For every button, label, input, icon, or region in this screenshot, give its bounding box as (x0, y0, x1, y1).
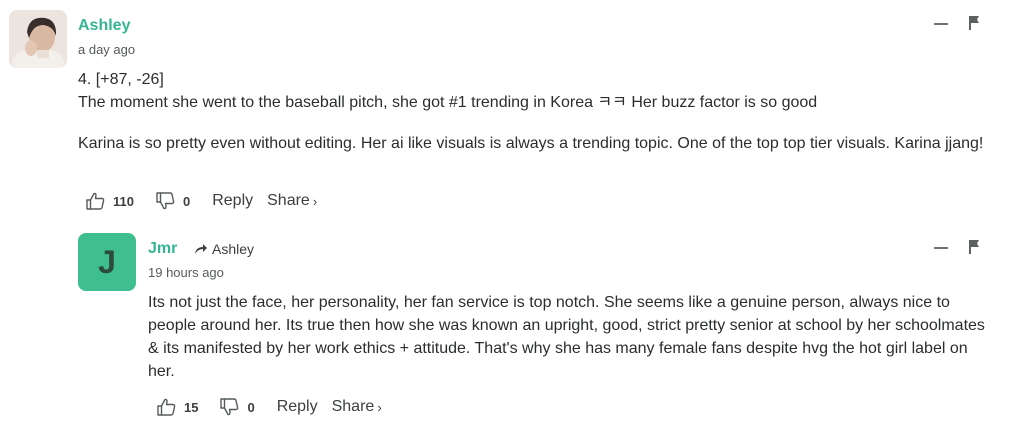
thumbs-down-icon (156, 192, 175, 210)
comment-body: Its not just the face, her personality, … (148, 291, 998, 383)
user-photo-icon (9, 10, 67, 68)
chevron-right-icon: › (312, 193, 318, 209)
upvote-button[interactable]: 15 (157, 398, 198, 416)
comment-paragraph: Its not just the face, her personality, … (148, 294, 985, 380)
share-button[interactable]: Share › (332, 398, 382, 416)
reply-arrow-icon (195, 244, 207, 254)
chevron-right-icon: › (377, 399, 382, 415)
flag-icon[interactable] (968, 240, 980, 254)
share-label: Share (267, 192, 310, 209)
author-name[interactable]: Ashley (78, 16, 130, 36)
share-button[interactable]: Share › (267, 192, 317, 210)
downvote-count: 0 (182, 193, 191, 209)
collapse-icon[interactable] (934, 23, 948, 25)
avatar[interactable] (9, 10, 67, 68)
reply-button[interactable]: Reply (212, 192, 253, 210)
timestamp[interactable]: 19 hours ago (148, 265, 224, 281)
comment-body: 4. [+87, -26] The moment she went to the… (78, 68, 988, 155)
flag-icon[interactable] (968, 16, 980, 30)
comment-actions: 15 0 Reply Share › (157, 396, 382, 418)
comment-actions: 110 0 Reply Share › (86, 190, 317, 212)
reply-to-name: Ashley (212, 241, 255, 257)
comment-paragraph: 4. [+87, -26] (78, 71, 164, 88)
share-label: Share (331, 398, 375, 415)
timestamp[interactable]: a day ago (78, 42, 135, 58)
downvote-count: 0 (247, 399, 255, 415)
avatar-letter: J (98, 243, 116, 280)
comment-paragraph: The moment she went to the baseball pitc… (78, 94, 818, 111)
thumbs-up-icon (157, 398, 176, 416)
collapse-icon[interactable] (934, 247, 948, 249)
upvote-count: 15 (184, 399, 199, 415)
reply-to[interactable]: Ashley (194, 240, 254, 258)
comment-paragraph: Karina is so pretty even without editing… (78, 135, 984, 152)
thumbs-up-icon (86, 192, 105, 210)
avatar[interactable]: J (78, 233, 136, 291)
upvote-button[interactable]: 110 (86, 192, 134, 210)
reply-button[interactable]: Reply (277, 398, 318, 416)
downvote-button[interactable]: 0 (156, 192, 190, 210)
author-name[interactable]: Jmr (148, 239, 177, 259)
thumbs-down-icon (220, 398, 239, 416)
upvote-count: 110 (113, 193, 134, 209)
downvote-button[interactable]: 0 (220, 398, 255, 416)
